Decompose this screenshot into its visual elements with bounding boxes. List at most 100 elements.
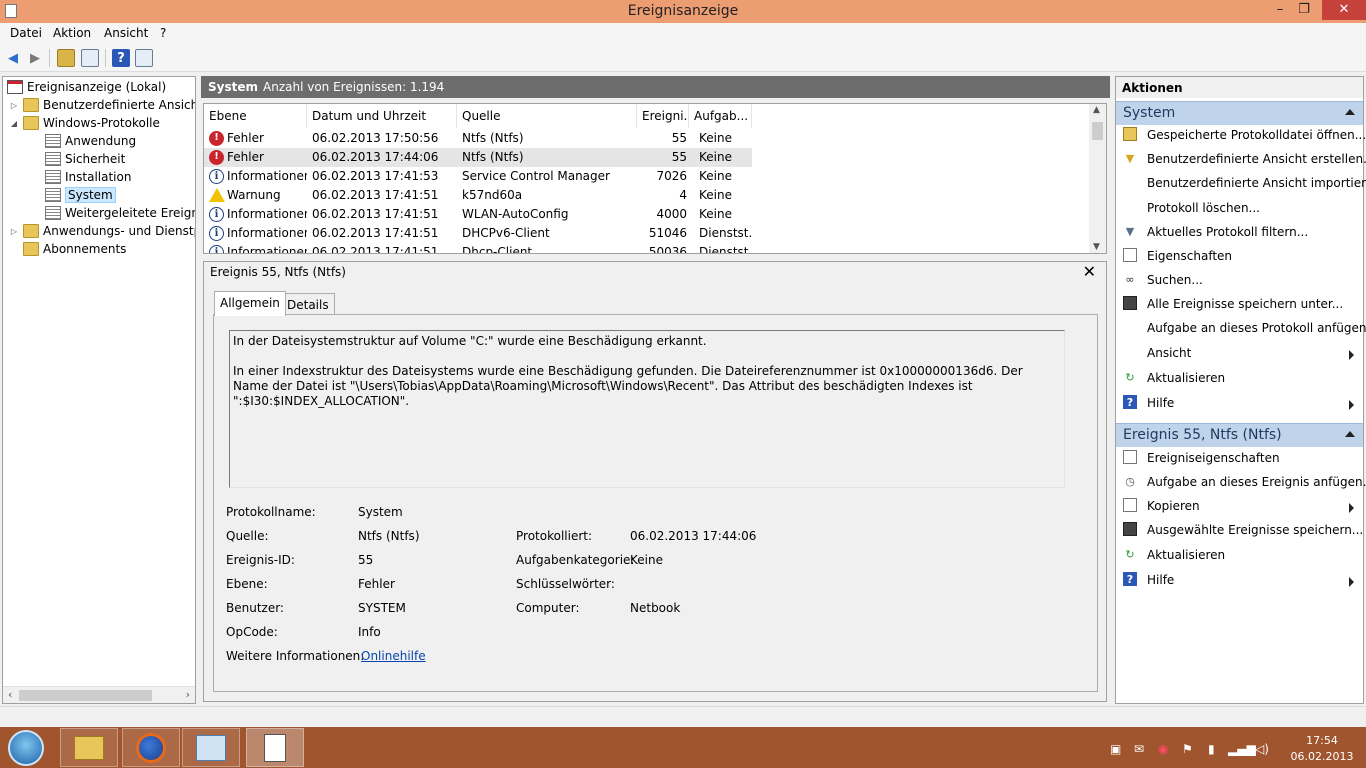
taskbar-event-viewer[interactable] <box>246 728 304 767</box>
column-header-datetime[interactable]: Datum und Uhrzeit <box>307 104 457 128</box>
collapse-arrow-icon[interactable]: ◢ <box>9 119 19 128</box>
action-item[interactable]: ? Hilfe <box>1116 569 1363 591</box>
action-item[interactable]: Kopieren <box>1116 495 1363 517</box>
action-pane-icon[interactable] <box>135 49 153 67</box>
expand-arrow-icon[interactable]: ▷ <box>9 227 19 236</box>
up-folder-icon[interactable] <box>57 49 75 67</box>
action-item[interactable]: ↻ Aktualisieren <box>1116 367 1363 389</box>
tree-item-windows-logs[interactable]: ◢ Windows-Protokolle <box>9 114 160 132</box>
collapse-caret-icon[interactable] <box>1345 109 1355 115</box>
action-item[interactable]: Ereigniseigenschaften <box>1116 447 1363 469</box>
forward-arrow-icon[interactable]: ▶ <box>26 49 44 67</box>
action-item[interactable]: Gespeicherte Protokolldatei öffnen... <box>1116 124 1366 146</box>
tree-item-app-service-logs[interactable]: ▷ Anwendungs- und Dienstprotokolle <box>9 222 195 240</box>
expand-arrow-icon[interactable]: ▷ <box>9 101 19 110</box>
scroll-left-icon[interactable]: ‹ <box>8 688 12 701</box>
action-item[interactable]: Protokoll löschen... <box>1116 197 1363 219</box>
action-item[interactable]: Aufgabe an dieses Protokoll anfügen... <box>1116 317 1366 339</box>
cell-task: Keine <box>699 207 732 221</box>
system-clock[interactable]: 17:54 06.02.2013 <box>1283 733 1361 765</box>
menu-aktion[interactable]: Aktion <box>53 26 91 40</box>
save-icon <box>1123 296 1137 310</box>
action-item[interactable]: ◷ Aufgabe an dieses Ereignis anfügen... <box>1116 471 1366 493</box>
console-tree-icon[interactable] <box>81 49 99 67</box>
maximize-button[interactable]: ❐ <box>1294 0 1314 20</box>
action-item[interactable]: ∞ Suchen... <box>1116 269 1363 291</box>
tray-flag-icon[interactable]: ⚑ <box>1182 742 1193 756</box>
scroll-right-icon[interactable]: › <box>186 688 190 701</box>
action-item[interactable]: Ansicht <box>1116 342 1363 364</box>
event-row[interactable]: i Informationen 06.02.2013 17:41:51 DHCPv6-… <box>204 224 752 243</box>
minimize-button[interactable]: – <box>1270 0 1290 20</box>
column-header-eventid[interactable]: Ereigni... <box>637 104 689 128</box>
event-row[interactable]: ! Fehler 06.02.2013 17:44:06 Ntfs (Ntfs) 55 K… <box>204 148 752 167</box>
action-item[interactable]: ▼ Benutzerdefinierte Ansicht erstellen... <box>1116 148 1366 170</box>
tree-item-custom-views[interactable]: ▷ Benutzerdefinierte Ansichten <box>9 96 195 114</box>
back-arrow-icon[interactable]: ◀ <box>4 49 22 67</box>
tree-item-installation[interactable]: Installation <box>45 168 131 186</box>
column-header-source[interactable]: Quelle <box>457 104 637 128</box>
menu-datei[interactable]: Datei <box>10 26 42 40</box>
online-help-link[interactable]: Onlinehilfe <box>361 649 426 663</box>
title-bar[interactable]: Ereignisanzeige – ❐ ✕ <box>0 0 1366 23</box>
event-list-scrollbar[interactable]: ▲ ▼ <box>1089 104 1106 253</box>
refresh-icon: ↻ <box>1125 370 1135 384</box>
folder-icon <box>23 98 39 112</box>
tree-item-subscriptions[interactable]: Abonnements <box>23 240 126 258</box>
action-item[interactable]: Alle Ereignisse speichern unter... <box>1116 293 1363 315</box>
event-row[interactable]: i Informationen 06.02.2013 17:41:51 WLAN-Au… <box>204 205 752 224</box>
taskbar-explorer[interactable] <box>60 728 118 767</box>
action-item[interactable]: Benutzerdefinierte Ansicht importieren..… <box>1116 172 1366 194</box>
tree-horizontal-scrollbar[interactable]: ‹ › <box>3 686 195 703</box>
event-row[interactable]: i Informationen 06.02.2013 17:41:51 Dhcp-Cl… <box>204 243 752 253</box>
tree-item-root[interactable]: Ereignisanzeige (Lokal) <box>7 78 166 96</box>
action-item[interactable]: Ausgewählte Ereignisse speichern... <box>1116 519 1363 541</box>
action-item[interactable]: ↻ Aktualisieren <box>1116 544 1363 566</box>
event-row[interactable]: ! Fehler 06.02.2013 17:50:56 Ntfs (Ntfs) 55 K… <box>204 129 752 148</box>
action-item[interactable]: Eigenschaften <box>1116 245 1363 267</box>
battery-icon[interactable]: ▮ <box>1208 742 1215 756</box>
tab-allgemein[interactable]: Allgemein <box>214 291 286 316</box>
action-group-system[interactable]: System <box>1116 101 1363 125</box>
tab-details[interactable]: Details <box>281 293 335 315</box>
close-window-button[interactable]: ✕ <box>1322 0 1366 20</box>
column-header-level[interactable]: Ebene <box>204 104 307 128</box>
properties-icon <box>1123 450 1137 464</box>
column-header-task[interactable]: Aufgab... <box>689 104 752 128</box>
action-group-event[interactable]: Ereignis 55, Ntfs (Ntfs) <box>1116 423 1363 447</box>
help-icon[interactable]: ? <box>112 49 130 67</box>
event-row[interactable]: Warnung 06.02.2013 17:41:51 k57nd60a 4 Keine <box>204 186 752 205</box>
start-button[interactable] <box>8 730 44 766</box>
action-group-label: Ereignis 55, Ntfs (Ntfs) <box>1123 427 1282 443</box>
scroll-up-icon[interactable]: ▲ <box>1093 105 1100 115</box>
action-item[interactable]: ▼ Aktuelles Protokoll filtern... <box>1116 221 1363 243</box>
tray-security-icon[interactable]: ◉ <box>1158 742 1168 756</box>
tree-item-forwarded-events[interactable]: Weitergeleitete Ereignisse <box>45 204 195 222</box>
field-value-level: Fehler <box>358 577 395 591</box>
scrollbar-thumb[interactable] <box>1092 122 1103 140</box>
action-item[interactable]: ? Hilfe <box>1116 392 1363 414</box>
taskbar: ▣ ✉ ◉ ⚑ ▮ ▂▄▆ ◁) 17:54 06.02.2013 <box>0 727 1366 768</box>
collapse-caret-icon[interactable] <box>1345 431 1355 437</box>
scrollbar-thumb[interactable] <box>19 690 152 701</box>
submenu-arrow-icon <box>1349 400 1354 410</box>
menu-ansicht[interactable]: Ansicht <box>104 26 148 40</box>
volume-icon[interactable]: ◁) <box>1255 742 1269 756</box>
field-label-task-category: Aufgabenkategorie: <box>516 553 635 567</box>
action-label: Hilfe <box>1147 573 1175 587</box>
tray-network-icon[interactable]: ▣ <box>1110 742 1121 756</box>
event-row[interactable]: i Informationen 06.02.2013 17:41:53 Service… <box>204 167 752 186</box>
close-detail-icon[interactable]: ✕ <box>1083 262 1096 281</box>
folder-icon <box>74 735 104 760</box>
cell-task: Keine <box>699 188 732 202</box>
menu-help[interactable]: ? <box>160 26 166 40</box>
tree-item-anwendung[interactable]: Anwendung <box>45 132 136 150</box>
taskbar-control-panel[interactable] <box>182 728 240 767</box>
event-description[interactable]: In der Dateisystemstruktur auf Volume "C… <box>229 330 1065 488</box>
tree-item-sicherheit[interactable]: Sicherheit <box>45 150 125 168</box>
tree-item-system[interactable]: System <box>45 186 116 204</box>
wifi-signal-icon[interactable]: ▂▄▆ <box>1228 742 1256 756</box>
tray-icon[interactable]: ✉ <box>1134 742 1144 756</box>
scroll-down-icon[interactable]: ▼ <box>1093 242 1100 252</box>
taskbar-firefox[interactable] <box>122 728 180 767</box>
